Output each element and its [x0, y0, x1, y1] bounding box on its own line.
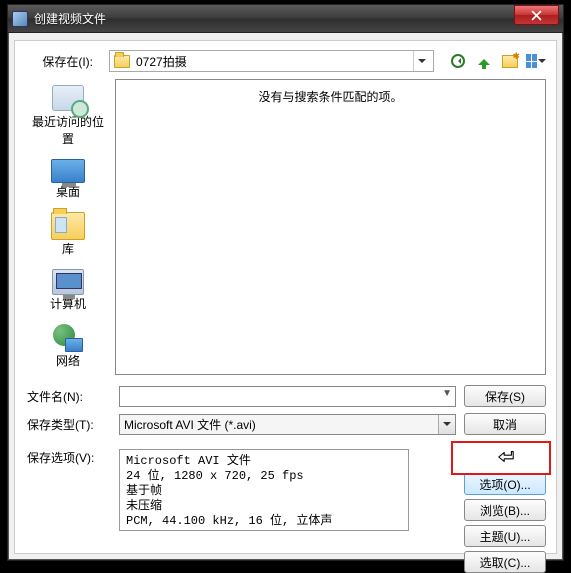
sidebar-item-computer[interactable]: 计算机 [28, 263, 108, 316]
chevron-down-icon[interactable]: ▼ [442, 388, 452, 399]
views-icon [526, 54, 537, 68]
back-button[interactable] [448, 51, 468, 71]
folder-name: 0727拍摄 [136, 53, 187, 70]
sidebar-item-desktop[interactable]: 桌面 [28, 153, 108, 204]
up-button[interactable] [474, 51, 494, 71]
file-list[interactable]: 没有与搜索条件匹配的项。 [115, 79, 546, 375]
empty-message: 没有与搜索条件匹配的项。 [258, 90, 402, 104]
sidebar-item-label: 网络 [28, 352, 108, 369]
cancel-button[interactable]: 取消 [464, 413, 546, 435]
sidebar-item-label: 库 [28, 240, 108, 257]
back-icon [451, 54, 465, 68]
filetype-label: 保存类型(T): [25, 416, 111, 433]
places-sidebar: 最近访问的位置 桌面 库 计算机 网络 [25, 79, 111, 375]
sidebar-item-libraries[interactable]: 库 [28, 206, 108, 261]
library-icon [51, 212, 85, 240]
return-icon [497, 450, 515, 464]
filename-input[interactable] [119, 386, 456, 407]
chevron-down-icon [538, 59, 546, 67]
saveopt-label: 保存选项(V): [27, 449, 111, 466]
network-icon [53, 324, 83, 352]
chevron-down-icon [413, 51, 429, 71]
titlebar: 创建视频文件 [8, 5, 563, 33]
new-folder-icon [502, 55, 518, 68]
folder-icon [114, 55, 130, 68]
filetype-dropdown[interactable]: Microsoft AVI 文件 (*.avi) [119, 414, 456, 435]
chevron-down-icon [438, 415, 455, 434]
window-title: 创建视频文件 [34, 10, 559, 27]
browse-button[interactable]: 浏览(B)... [464, 499, 546, 521]
save-button[interactable]: 保存(S) [464, 385, 546, 407]
computer-icon [52, 269, 84, 295]
theme-button[interactable]: 主题(U)... [464, 525, 546, 547]
return-button[interactable] [496, 449, 516, 465]
sidebar-item-label: 最近访问的位置 [28, 113, 108, 147]
desktop-icon [51, 159, 85, 183]
folder-dropdown[interactable]: 0727拍摄 [109, 50, 434, 72]
up-icon [478, 53, 490, 65]
close-icon [531, 10, 542, 21]
filetype-value: Microsoft AVI 文件 (*.avi) [124, 416, 256, 433]
sidebar-item-recent[interactable]: 最近访问的位置 [28, 81, 108, 151]
filename-label: 文件名(N): [25, 388, 111, 405]
sidebar-item-network[interactable]: 网络 [28, 318, 108, 373]
view-menu-button[interactable] [526, 51, 546, 71]
recent-icon [52, 85, 84, 111]
options-button[interactable]: 选项(O)... [464, 473, 546, 495]
save-options-info: Microsoft AVI 文件 24 位, 1280 x 720, 25 fp… [119, 449, 409, 531]
select-button[interactable]: 选取(C)... [464, 551, 546, 573]
app-icon [12, 11, 28, 27]
new-folder-button[interactable] [500, 51, 520, 71]
savein-label: 保存在(I): [25, 53, 103, 70]
close-button[interactable] [514, 5, 559, 25]
